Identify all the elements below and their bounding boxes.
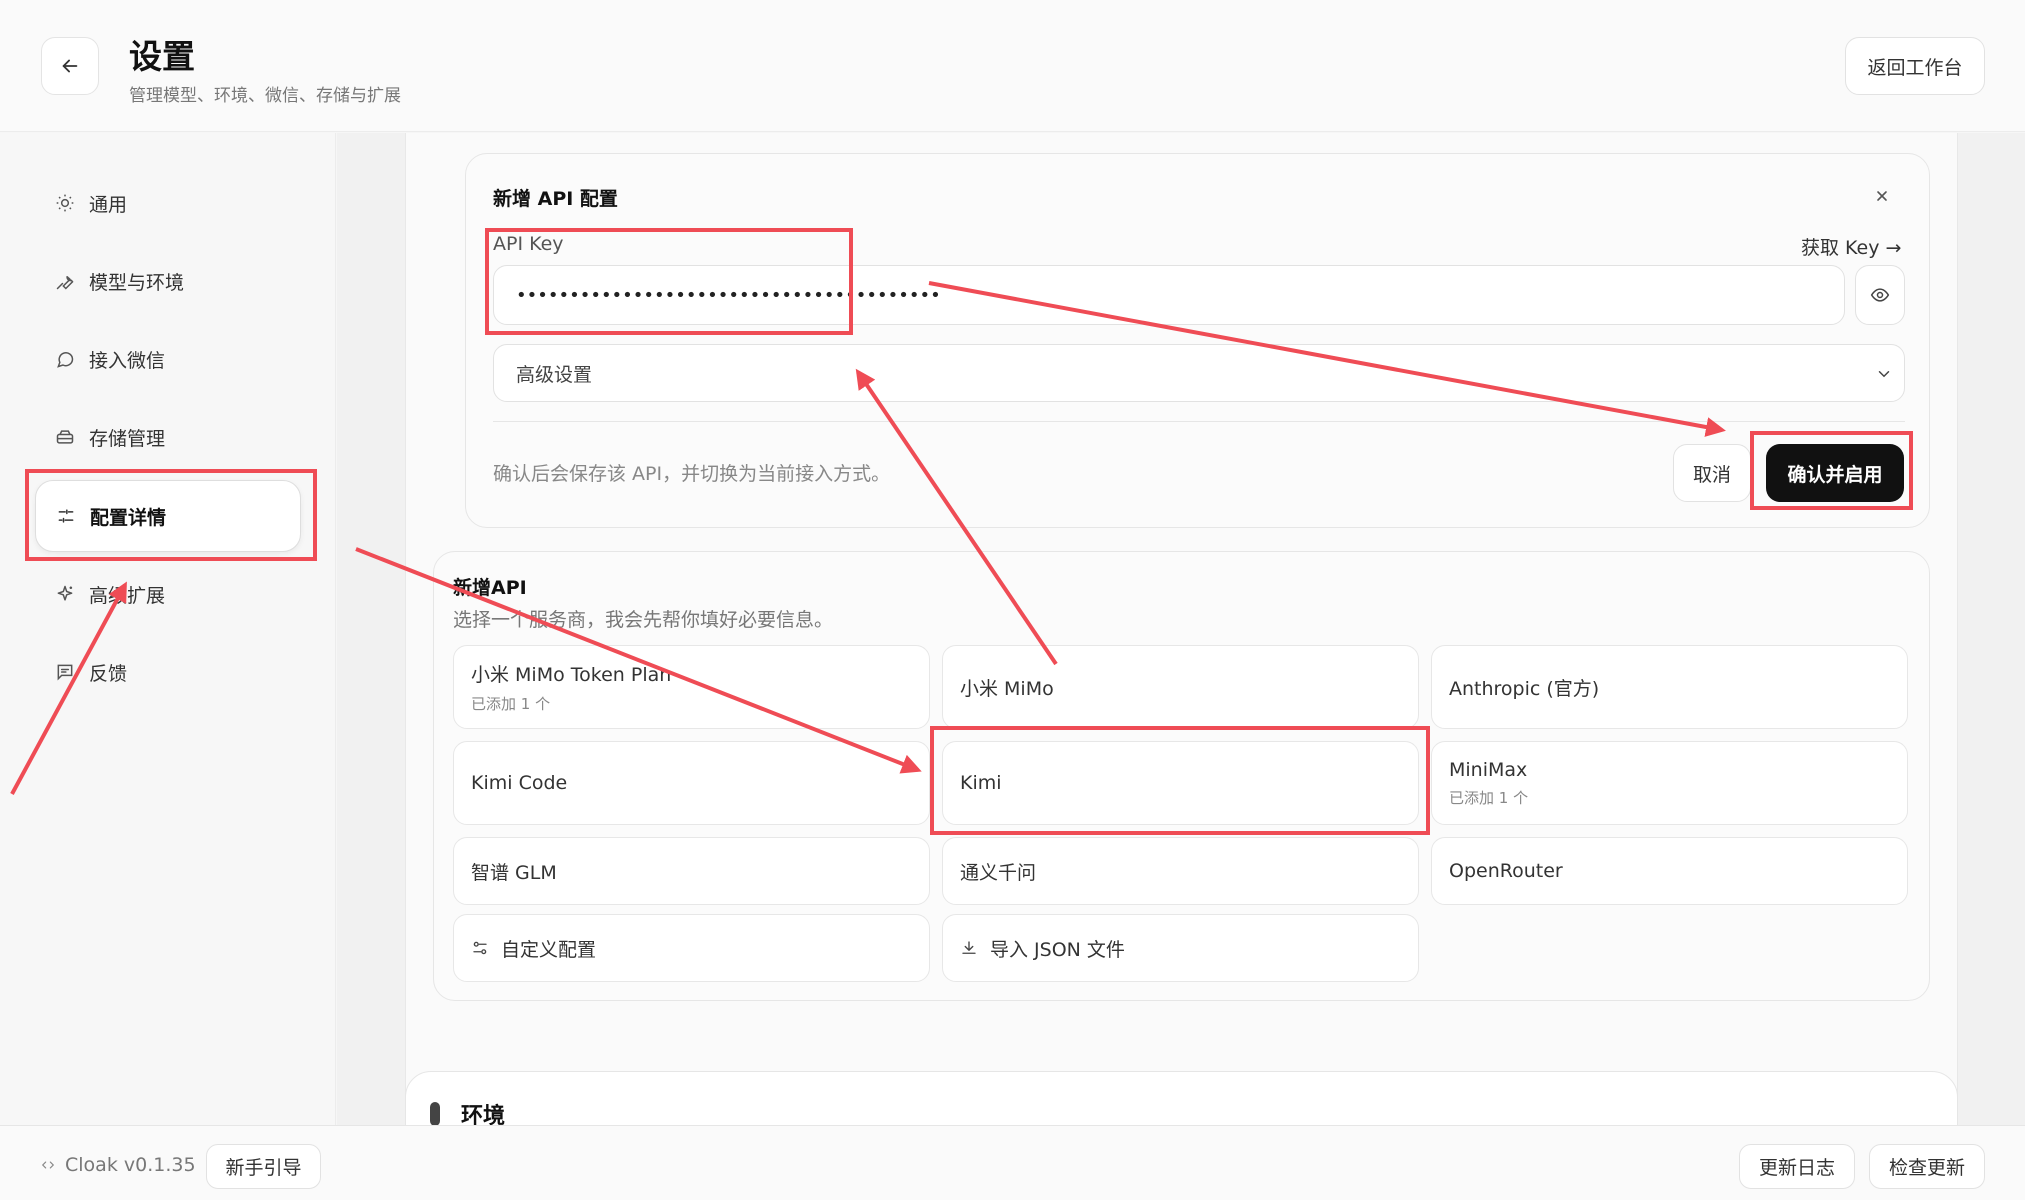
sidebar-item-config-details[interactable]: 配置详情 (35, 480, 301, 552)
add-api-title: 新增API (453, 577, 527, 599)
download-icon (962, 941, 976, 954)
provider-zhipu-glm[interactable]: 智谱 GLM (453, 837, 930, 905)
section-marker (430, 1102, 440, 1125)
sidebar-item-general[interactable]: 通用 (35, 167, 301, 239)
page-title: 设置 (129, 37, 195, 76)
toggle-visibility-button[interactable] (1855, 265, 1905, 325)
sidebar-item-label: 存储管理 (89, 427, 166, 450)
sidebar: 通用 模型与环境 接入微信 存储管理 配置详情 高级扩展 反馈 (0, 133, 336, 1125)
sidebar-item-wechat[interactable]: 接入微信 (35, 323, 301, 395)
wrench-icon (56, 276, 74, 290)
form-title: 新增 API 配置 (493, 188, 618, 210)
provider-xiaomi-mimo-token-plan[interactable]: 小米 MiMo Token Plan 已添加 1 个 (453, 645, 930, 729)
provider-name: Kimi (960, 772, 1002, 794)
advanced-settings-toggle[interactable]: 高级设置 (493, 344, 1905, 402)
provider-minimax[interactable]: MiniMax 已添加 1 个 (1431, 741, 1908, 825)
sparkle-icon (57, 585, 73, 601)
app-header: 设置 管理模型、环境、微信、存储与扩展 返回工作台 (0, 0, 2025, 132)
import-json-label: 导入 JSON 文件 (990, 938, 1125, 961)
custom-config-button[interactable]: 自定义配置 (453, 914, 930, 982)
sliders-icon (58, 509, 74, 523)
version-info: Cloak v0.1.35 (41, 1154, 196, 1176)
chat-bubble-icon (57, 352, 74, 368)
divider (493, 421, 1905, 422)
provider-added-count: 已添加 1 个 (471, 695, 551, 713)
provider-name: Kimi Code (471, 772, 568, 794)
provider-name: 小米 MiMo Token Plan (471, 664, 672, 686)
provider-name: MiniMax (1449, 758, 1528, 781)
confirm-note: 确认后会保存该 API，并切换为当前接入方式。 (493, 463, 891, 485)
sidebar-item-models[interactable]: 模型与环境 (35, 245, 301, 317)
api-key-label: API Key (493, 233, 564, 255)
provider-added-count: 已添加 1 个 (1449, 788, 1529, 807)
provider-kimi-code[interactable]: Kimi Code (453, 741, 930, 825)
feedback-icon (57, 664, 73, 681)
page-subtitle: 管理模型、环境、微信、存储与扩展 (129, 86, 401, 106)
provider-kimi[interactable]: Kimi (942, 741, 1419, 825)
environment-title: 环境 (461, 1104, 506, 1125)
sidebar-item-label: 高级扩展 (89, 584, 166, 607)
cancel-button[interactable]: 取消 (1673, 444, 1751, 502)
provider-name: Anthropic (官方) (1449, 677, 1600, 700)
provider-name: 通义千问 (960, 861, 1037, 884)
api-key-input[interactable]: •••••••••••••••••••••••••••••••••••••••• (493, 265, 1845, 325)
sidebar-item-label: 配置详情 (90, 506, 167, 529)
confirm-enable-button[interactable]: 确认并启用 (1766, 444, 1904, 502)
onboarding-guide-button[interactable]: 新手引导 (206, 1144, 321, 1189)
environment-card: 环境 (405, 1071, 1958, 1125)
close-icon (1877, 191, 1887, 201)
app-footer: Cloak v0.1.35 新手引导 更新日志 检查更新 (0, 1125, 2025, 1200)
provider-anthropic[interactable]: Anthropic (官方) (1431, 645, 1908, 729)
import-json-button[interactable]: 导入 JSON 文件 (942, 914, 1419, 982)
api-config-form: 新增 API 配置 API Key 获取 Key → •••••••••••••… (465, 153, 1930, 528)
sliders-icon (473, 941, 487, 955)
close-button[interactable] (1870, 184, 1894, 208)
check-update-button[interactable]: 检查更新 (1869, 1144, 1985, 1189)
sidebar-item-label: 通用 (89, 193, 128, 216)
get-key-link[interactable]: 获取 Key → (1801, 233, 1901, 260)
provider-xiaomi-mimo[interactable]: 小米 MiMo (942, 645, 1419, 729)
code-icon (41, 1161, 55, 1169)
advanced-settings-label: 高级设置 (516, 363, 593, 386)
back-button[interactable] (41, 37, 99, 95)
arrow-left-icon (62, 59, 78, 73)
chevron-down-icon (1878, 371, 1890, 378)
provider-name: 智谱 GLM (471, 861, 557, 884)
add-api-section: 新增API 选择一个服务商，我会先帮你填好必要信息。 小米 MiMo Token… (433, 551, 1930, 1001)
sun-icon (56, 194, 74, 212)
sidebar-item-label: 模型与环境 (89, 271, 185, 294)
provider-name: OpenRouter (1449, 860, 1563, 882)
provider-name: 小米 MiMo (960, 677, 1054, 700)
sidebar-item-advanced[interactable]: 高级扩展 (35, 558, 301, 630)
eye-icon (1870, 288, 1890, 302)
add-api-subtitle: 选择一个服务商，我会先帮你填好必要信息。 (453, 609, 834, 631)
sidebar-item-storage[interactable]: 存储管理 (35, 401, 301, 473)
sidebar-item-feedback[interactable]: 反馈 (35, 636, 301, 708)
provider-tongyi-qianwen[interactable]: 通义千问 (942, 837, 1419, 905)
custom-config-label: 自定义配置 (501, 938, 597, 961)
version-label: Cloak v0.1.35 (65, 1154, 196, 1176)
sidebar-item-label: 接入微信 (89, 349, 166, 372)
changelog-button[interactable]: 更新日志 (1739, 1144, 1855, 1189)
sidebar-item-label: 反馈 (89, 662, 128, 685)
storage-icon (56, 430, 74, 444)
back-to-workspace-button[interactable]: 返回工作台 (1845, 37, 1985, 95)
provider-openrouter[interactable]: OpenRouter (1431, 837, 1908, 905)
